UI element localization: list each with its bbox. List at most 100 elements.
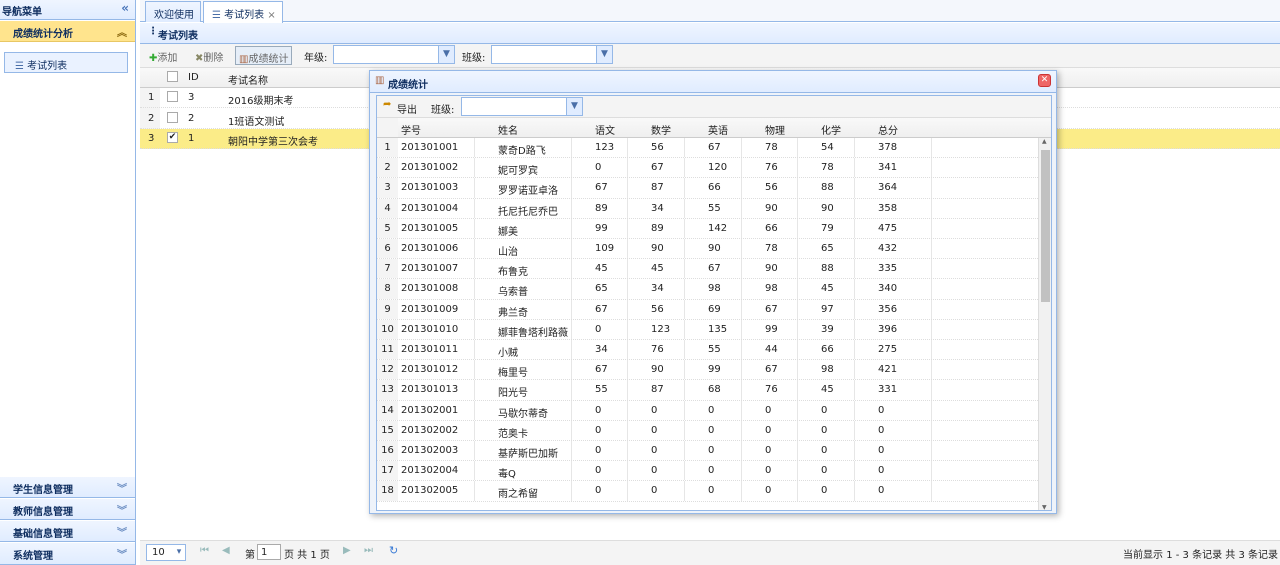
cell-total: 341	[878, 162, 898, 174]
column-divider	[571, 319, 572, 339]
accordion-section-system[interactable]: 系统管理 ︾	[0, 543, 135, 565]
close-icon[interactable]: ×	[267, 10, 275, 21]
column-header-math[interactable]: 数学	[651, 122, 671, 137]
cell-chinese: 0	[595, 485, 602, 497]
select-all-checkbox[interactable]	[167, 71, 178, 82]
tab-welcome[interactable]: 欢迎使用	[145, 1, 201, 22]
delete-button[interactable]: ✖删除	[192, 46, 226, 65]
chevron-down-icon[interactable]: ▼	[596, 46, 612, 63]
export-button[interactable]: 导出	[397, 101, 417, 116]
column-divider	[474, 178, 475, 198]
cell-english: 120	[708, 162, 728, 174]
tab-exam-list[interactable]: ☰ 考试列表 ×	[203, 1, 283, 23]
column-header-id[interactable]: ID	[188, 72, 199, 83]
close-icon[interactable]: ✕	[1038, 74, 1051, 87]
sidebar-item-exam-list[interactable]: ☰ 考试列表	[4, 52, 128, 73]
accordion-section-basic[interactable]: 基础信息管理 ︾	[0, 521, 135, 542]
score-stats-button[interactable]: ▥成绩统计	[235, 46, 293, 65]
cell-total: 275	[878, 344, 898, 355]
column-header-student-id[interactable]: 学号	[401, 122, 421, 137]
column-header-student-name[interactable]: 姓名	[498, 122, 518, 137]
column-divider	[571, 138, 572, 158]
scrollbar-thumb[interactable]	[1041, 150, 1050, 302]
column-header-chinese[interactable]: 语文	[595, 122, 615, 137]
double-chevron-left-icon[interactable]: «	[121, 1, 129, 15]
cell-math: 67	[651, 162, 664, 174]
prev-page-icon[interactable]: ◀	[222, 545, 230, 556]
column-header-chemistry[interactable]: 化学	[821, 122, 841, 137]
table-row[interactable]: 6 201301006 山治 109 90 90 78 65 432	[377, 239, 1038, 260]
table-row[interactable]: 15 201302002 范奥卡 0 0 0 0 0 0	[377, 420, 1038, 441]
row-number: 11	[377, 340, 398, 360]
row-checkbox[interactable]	[167, 111, 178, 123]
column-divider	[684, 218, 685, 238]
cell-chemistry: 45	[821, 283, 834, 295]
cell-math: 0	[651, 404, 658, 416]
scroll-down-icon[interactable]: ▼	[1042, 504, 1047, 510]
chevron-down-icon[interactable]: ▾	[173, 545, 185, 560]
last-page-icon[interactable]: ⏭	[364, 545, 373, 556]
column-divider	[741, 138, 742, 158]
accordion-section-teacher[interactable]: 教师信息管理 ︾	[0, 499, 135, 520]
table-row[interactable]: 4 201301004 托尼托尼乔巴 89 34 55 90 90 358	[377, 198, 1038, 219]
row-checkbox[interactable]	[167, 91, 178, 102]
chevron-down-icon[interactable]: ▼	[438, 46, 454, 63]
chevron-down-icon[interactable]: ︾	[117, 546, 127, 561]
cell-english: 66	[708, 182, 721, 194]
page-size-select[interactable]: 10 ▾	[146, 544, 186, 561]
chevron-up-icon[interactable]: ︽	[117, 24, 127, 39]
column-divider	[931, 461, 932, 481]
accordion-section-student[interactable]: 学生信息管理 ︾	[0, 477, 135, 498]
first-page-icon[interactable]: ⏮	[200, 545, 209, 556]
refresh-icon[interactable]: ↻	[389, 544, 398, 557]
column-divider	[684, 279, 685, 299]
export-icon[interactable]: ➦	[383, 99, 391, 110]
row-number: 16	[377, 441, 398, 461]
column-header-total[interactable]: 总分	[878, 122, 898, 137]
table-row[interactable]: 17 201302004 毒Q 0 0 0 0 0 0	[377, 461, 1038, 482]
cell-physics: 67	[765, 364, 778, 376]
table-row[interactable]: 3 201301003 罗罗诺亚卓洛 67 87 66 56 88 364	[377, 178, 1038, 199]
class-select[interactable]: ▼	[491, 45, 613, 64]
accordion-section-score-stats[interactable]: 成绩统计分析 ︽	[0, 21, 135, 42]
chevron-down-icon[interactable]: ︾	[117, 480, 127, 495]
dialog-class-select[interactable]: ▼	[461, 97, 583, 116]
column-divider	[797, 178, 798, 198]
dialog-scrollbar[interactable]: ▲ ▼	[1038, 138, 1051, 510]
table-row[interactable]: 9 201301009 弗兰奇 67 56 69 67 97 356	[377, 299, 1038, 320]
next-page-icon[interactable]: ▶	[343, 545, 351, 556]
column-header-name[interactable]: 考试名称	[228, 72, 268, 87]
grade-select[interactable]: ▼	[333, 45, 455, 64]
chevron-down-icon[interactable]: ▼	[566, 98, 582, 115]
table-row[interactable]: 12 201301012 梅里号 67 90 99 67 98 421	[377, 360, 1038, 381]
table-row[interactable]: 2 201301002 妮可罗宾 0 67 120 76 78 341	[377, 158, 1038, 179]
table-row[interactable]: 16 201302003 基萨斯巴加斯 0 0 0 0 0 0	[377, 441, 1038, 462]
table-row[interactable]: 13 201301013 阳光号 55 87 68 76 45 331	[377, 380, 1038, 401]
table-row[interactable]: 10 201301010 娜菲鲁塔利路薇 0 123 135 99 39 396	[377, 319, 1038, 340]
table-row[interactable]: 8 201301008 乌索普 65 34 98 98 45 340	[377, 279, 1038, 300]
column-header-english[interactable]: 英语	[708, 122, 728, 137]
column-divider	[474, 158, 475, 178]
table-row[interactable]: 11 201301011 小贼 34 76 55 44 66 275	[377, 340, 1038, 361]
column-divider	[684, 441, 685, 461]
chevron-down-icon[interactable]: ︾	[117, 502, 127, 517]
cell-student-name: 乌索普	[498, 287, 528, 299]
table-row[interactable]: 1 201301001 蒙奇D路飞 123 56 67 78 54 378	[377, 138, 1038, 159]
row-checkbox[interactable]: ✔	[167, 132, 178, 143]
page-number-value: 1	[261, 547, 268, 558]
column-divider	[474, 461, 475, 481]
column-divider	[854, 400, 855, 420]
column-header-physics[interactable]: 物理	[765, 122, 785, 137]
add-button[interactable]: ✚添加	[146, 46, 180, 65]
chevron-down-icon[interactable]: ︾	[117, 524, 127, 539]
tab-label: 考试列表	[224, 10, 265, 21]
column-divider	[797, 380, 798, 400]
table-row[interactable]: 5 201301005 娜美 99 89 142 66 79 475	[377, 218, 1038, 239]
column-divider	[684, 138, 685, 158]
table-row[interactable]: 7 201301007 布鲁克 45 45 67 90 88 335	[377, 259, 1038, 280]
scroll-up-icon[interactable]: ▲	[1042, 138, 1047, 145]
table-row[interactable]: 14 201302001 马歇尔蒂奇 0 0 0 0 0 0	[377, 400, 1038, 421]
cell-total: 331	[878, 384, 898, 396]
table-row[interactable]: 18 201302005 雨之希留 0 0 0 0 0 0	[377, 481, 1038, 502]
page-number-input[interactable]: 1	[257, 544, 281, 560]
